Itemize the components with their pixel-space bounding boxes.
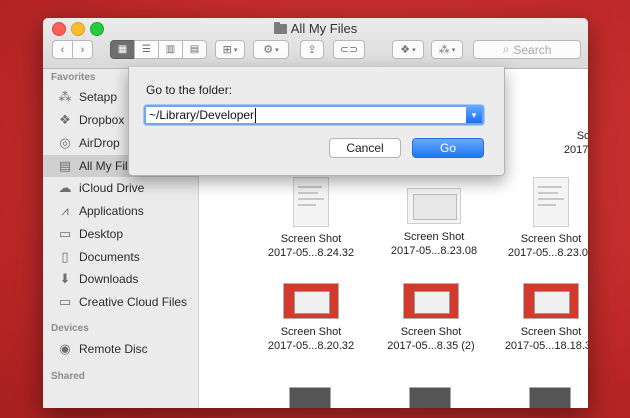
tags-button[interactable]: ⊂⊃ (333, 40, 365, 59)
column-view-button[interactable]: ▥ (158, 40, 183, 59)
grid-icon: ▦ (117, 44, 128, 55)
airdrop-icon: ◎ (59, 135, 71, 150)
chevron-down-icon: ▾ (412, 46, 416, 54)
window-title: All My Files (43, 21, 588, 37)
gear-icon: ⚙ (263, 44, 274, 56)
favorites-header: Favorites (51, 72, 96, 83)
file-thumbnail (403, 283, 459, 319)
file-name: Screen Shot 2017-05...8.24.32 (267, 233, 355, 259)
documents-icon: ▯ (61, 249, 69, 264)
applications-icon: ⩘ (61, 203, 69, 218)
file-name: Screen Shot2017-05...8.25.33 (563, 130, 588, 156)
view-mode-control: ▦ ☰ ▥ ▤ (110, 40, 207, 59)
dropbox-toolbar-button[interactable]: ❖ ▾ (392, 40, 424, 59)
action-menu-button[interactable]: ⚙ ▾ (253, 40, 289, 59)
file-thumbnail (523, 283, 579, 319)
file-item[interactable]: Screen Shot 2017-05...8.20.32 (251, 283, 371, 353)
disc-icon: ◉ (59, 341, 71, 356)
finder-window: All My Files ‹ › ▦ ☰ ▥ ▤ ⊞ ▾ ⚙ ▾ ⇪ ⊂⊃ ❖ ▾ (43, 18, 588, 408)
sidebar-item-icloud-drive[interactable]: ☁ iCloud Drive (43, 177, 198, 199)
go-to-folder-label: Go to the folder: (146, 83, 233, 97)
cover-flow-icon: ▤ (189, 44, 200, 55)
folder-path-input[interactable]: ~/Library/Developer ▾ (144, 105, 484, 125)
icon-view-button[interactable]: ▦ (110, 40, 135, 59)
sidebar-item-applications[interactable]: ⩘ Applications (43, 200, 198, 222)
chevron-down-icon: ▾ (471, 109, 477, 120)
cancel-button[interactable]: Cancel (329, 138, 401, 158)
file-item[interactable]: Screen Shot 2017-05...8.35 (2) (371, 283, 491, 353)
chevron-down-icon: ▾ (451, 46, 456, 54)
search-icon: ⌕ (502, 42, 510, 56)
back-button[interactable]: ‹ (52, 40, 73, 59)
shared-header: Shared (51, 371, 85, 382)
chevron-down-icon: ▾ (233, 46, 238, 54)
setapp-toolbar-button[interactable]: ⁂ ▾ (431, 40, 463, 59)
forward-button[interactable]: › (72, 40, 93, 59)
cloud-icon: ☁ (58, 180, 72, 195)
title-bar: All My Files ‹ › ▦ ☰ ▥ ▤ ⊞ ▾ ⚙ ▾ ⇪ ⊂⊃ ❖ ▾ (43, 18, 588, 69)
downloads-icon: ⬇ (59, 271, 71, 286)
file-item[interactable]: Screen Shot2017-05...8.25.33 (547, 74, 588, 157)
file-thumbnail-partial (289, 387, 331, 408)
list-view-button[interactable]: ☰ (134, 40, 159, 59)
dropbox-icon: ❖ (400, 44, 411, 56)
file-name: Screen Shot 2017-05...8.23.02 (507, 233, 588, 259)
go-to-folder-sheet: Go to the folder: ~/Library/Developer ▾ … (128, 67, 505, 176)
file-item[interactable]: Screen Shot 2017-05...8.24.32 (251, 177, 371, 260)
path-history-dropdown[interactable]: ▾ (466, 107, 482, 123)
folder-icon: ▭ (58, 294, 72, 309)
file-item[interactable]: Screen Shot 2017-05...8.23.02 (491, 177, 588, 260)
setapp-icon: ⁂ (58, 89, 72, 104)
file-thumbnail-partial (529, 387, 571, 408)
columns-icon: ▥ (165, 44, 176, 55)
file-name: Screen Shot 2017-05...8.23.08 (390, 231, 478, 257)
share-button[interactable]: ⇪ (300, 40, 324, 59)
file-thumbnail (293, 177, 329, 227)
file-name: Screen Shot 2017-05...8.35 (2) (387, 326, 475, 352)
search-input[interactable]: ⌕ Search (473, 40, 581, 59)
file-thumbnail (407, 188, 461, 224)
sidebar-item-remote-disc[interactable]: ◉ Remote Disc (43, 338, 198, 360)
file-item[interactable]: Screen Shot 2017-05...18.18.35 (491, 283, 588, 353)
arrange-menu-button[interactable]: ⊞ ▾ (215, 40, 245, 59)
share-icon: ⇪ (307, 44, 317, 56)
go-button[interactable]: Go (412, 138, 484, 158)
dropbox-icon: ❖ (59, 112, 71, 127)
file-item[interactable]: Screen Shot 2017-05...8.23.08 (374, 182, 494, 258)
setapp-icon: ⁂ (438, 44, 450, 56)
chevron-left-icon: ‹ (60, 43, 65, 56)
file-thumbnail (533, 177, 569, 227)
devices-header: Devices (51, 323, 89, 334)
chevron-down-icon: ▾ (275, 46, 279, 54)
sidebar-item-downloads[interactable]: ⬇ Downloads (43, 268, 198, 290)
sidebar-item-desktop[interactable]: ▭ Desktop (43, 223, 198, 245)
desktop-icon: ▭ (58, 226, 72, 241)
file-name: Screen Shot 2017-05...18.18.35 (504, 326, 588, 352)
file-thumbnail (283, 283, 339, 319)
tag-icon: ⊂⊃ (339, 44, 359, 56)
list-icon: ☰ (142, 44, 151, 55)
arrange-icon: ⊞ (222, 44, 232, 56)
chevron-right-icon: › (80, 43, 85, 56)
sidebar-item-documents[interactable]: ▯ Documents (43, 246, 198, 268)
file-name: Screen Shot 2017-05...8.20.32 (267, 326, 355, 352)
sidebar-item-creative-cloud-files[interactable]: ▭ Creative Cloud Files (43, 291, 198, 313)
file-thumbnail-partial (409, 387, 451, 408)
all-my-files-icon: ▤ (58, 158, 72, 173)
folder-icon (273, 22, 287, 34)
cover-flow-button[interactable]: ▤ (182, 40, 207, 59)
